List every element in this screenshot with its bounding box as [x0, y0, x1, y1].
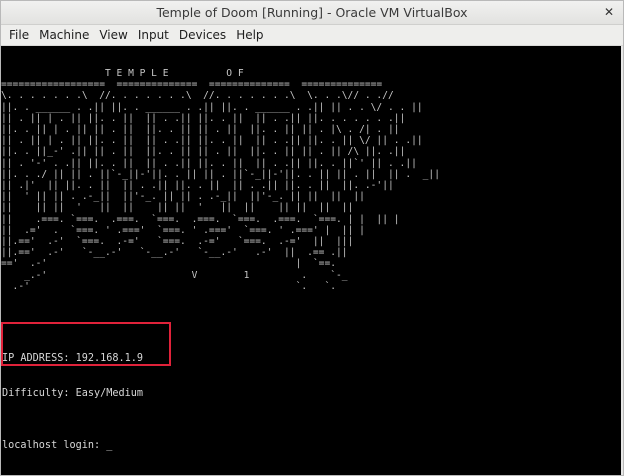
vm-console-screen[interactable]: T E M P L E O F ================== =====… — [1, 46, 621, 475]
menu-machine[interactable]: Machine — [35, 28, 93, 42]
ip-address-line: IP ADDRESS: 192.168.1.9 — [2, 353, 144, 364]
title-bar[interactable]: Temple of Doom [Running] - Oracle VM Vir… — [1, 1, 623, 25]
ascii-art-banner: T E M P L E O F ================== =====… — [1, 68, 440, 292]
menu-input[interactable]: Input — [134, 28, 173, 42]
menu-file[interactable]: File — [5, 28, 33, 42]
close-icon[interactable]: ✕ — [601, 4, 617, 20]
text-cursor: _ — [106, 440, 113, 451]
login-prompt: localhost login: — [2, 440, 107, 451]
login-prompt-line[interactable]: localhost login: _ — [2, 439, 143, 452]
menu-help[interactable]: Help — [232, 28, 267, 42]
menu-bar: File Machine View Input Devices Help — [1, 25, 623, 46]
difficulty-line: Difficulty: Easy/Medium — [2, 388, 144, 399]
menu-devices[interactable]: Devices — [175, 28, 230, 42]
menu-view[interactable]: View — [95, 28, 131, 42]
console-output: IP ADDRESS: 192.168.1.9 Difficulty: Easy… — [2, 330, 143, 474]
virtualbox-window: Temple of Doom [Running] - Oracle VM Vir… — [0, 0, 624, 476]
window-title: Temple of Doom [Running] - Oracle VM Vir… — [156, 5, 468, 20]
